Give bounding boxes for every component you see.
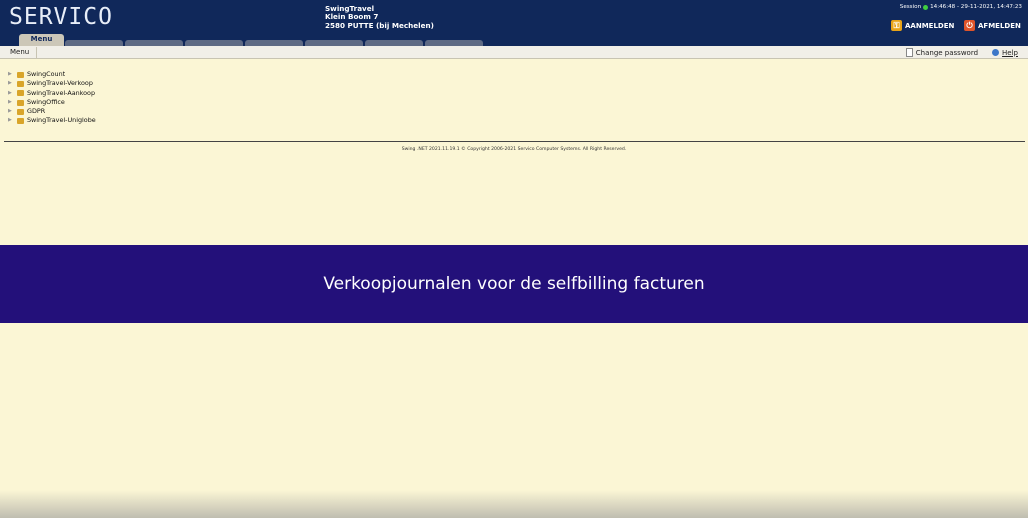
- expand-arrow-icon[interactable]: ▶: [8, 107, 14, 116]
- tree-item-label[interactable]: SwingTravel-Uniglobe: [27, 116, 96, 125]
- tree-item-swingtravel-verkoop[interactable]: ▶ SwingTravel-Verkoop: [8, 79, 96, 88]
- tree-item-swingtravel-aankoop[interactable]: ▶ SwingTravel-Aankoop: [8, 89, 96, 98]
- login-label: AANMELDEN: [905, 21, 955, 30]
- app-header: SERVICO SwingTravel Klein Boom 7 2580 PU…: [0, 0, 1028, 46]
- expand-arrow-icon[interactable]: ▶: [8, 70, 14, 79]
- copyright-text: Swing .NET 2021.11.19.1 © Copyright 2006…: [401, 147, 627, 152]
- folder-icon: [17, 71, 24, 78]
- change-password-link[interactable]: Change password: [905, 48, 979, 57]
- tree-item-gdpr[interactable]: ▶ GDPR: [8, 107, 96, 116]
- expand-arrow-icon[interactable]: ▶: [8, 98, 14, 107]
- expand-arrow-icon[interactable]: ▶: [8, 116, 14, 125]
- folder-icon: [17, 90, 24, 97]
- caption-banner: Verkoopjournalen voor de selfbilling fac…: [0, 245, 1028, 323]
- session-status-icon: [923, 4, 929, 10]
- expand-arrow-icon[interactable]: ▶: [8, 79, 14, 88]
- document-icon: [905, 48, 913, 57]
- logout-button[interactable]: ⏻ AFMELDEN: [964, 20, 1021, 31]
- menu-label[interactable]: Menu: [10, 47, 38, 58]
- tree-item-label[interactable]: SwingTravel-Aankoop: [27, 89, 95, 98]
- bottom-shade: [0, 490, 1028, 518]
- servico-logo: SERVICO: [9, 4, 113, 30]
- session-info: Session 14:46:48 - 29-11-2021, 14:47:23: [900, 4, 1022, 10]
- menu-tree: ▶ SwingCount ▶ SwingTravel-Verkoop ▶ Swi…: [8, 70, 96, 126]
- folder-icon: [17, 118, 24, 125]
- tree-item-label[interactable]: SwingTravel-Verkoop: [27, 79, 93, 88]
- change-password-label: Change password: [915, 48, 979, 57]
- folder-icon: [17, 80, 24, 87]
- tree-item-label[interactable]: SwingCount: [27, 70, 65, 79]
- folder-icon: [17, 99, 24, 106]
- company-city: 2580 PUTTE (bij Mechelen): [325, 20, 434, 30]
- folder-icon: [17, 108, 24, 115]
- expand-arrow-icon[interactable]: ▶: [8, 89, 14, 98]
- tab-menu[interactable]: Menu: [19, 34, 64, 46]
- tree-item-swingcount[interactable]: ▶ SwingCount: [8, 70, 96, 79]
- help-label: Help: [1002, 48, 1018, 57]
- login-button[interactable]: ⚿ AANMELDEN: [891, 20, 954, 31]
- session-label: Session: [899, 4, 922, 10]
- session-times: 14:46:48 - 29-11-2021, 14:47:23: [930, 4, 1022, 10]
- company-info: SwingTravel Klein Boom 7 2580 PUTTE (bij…: [325, 4, 434, 30]
- logout-label: AFMELDEN: [978, 21, 1021, 30]
- tree-item-swingoffice[interactable]: ▶ SwingOffice: [8, 98, 96, 107]
- key-icon: ⚿: [891, 20, 902, 31]
- logout-icon: ⏻: [964, 20, 975, 31]
- tab-bar: Menu: [0, 34, 1028, 46]
- help-icon: [992, 49, 1000, 56]
- tree-item-label[interactable]: SwingOffice: [27, 98, 65, 107]
- help-link[interactable]: Help: [992, 49, 1018, 57]
- menu-bar: Menu Change password Help: [0, 46, 1028, 59]
- footer-divider: [4, 141, 1025, 142]
- tree-item-swingtravel-uniglobe[interactable]: ▶ SwingTravel-Uniglobe: [8, 116, 96, 125]
- banner-text: Verkoopjournalen voor de selfbilling fac…: [323, 274, 705, 294]
- tree-item-label[interactable]: GDPR: [27, 107, 45, 116]
